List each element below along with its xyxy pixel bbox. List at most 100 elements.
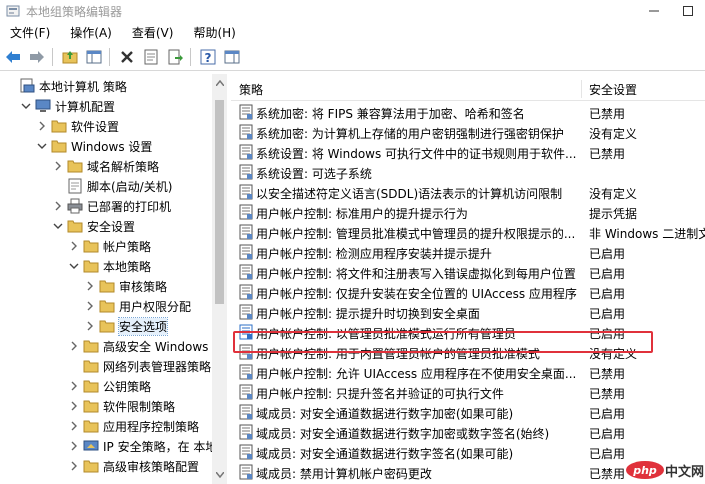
policy-row[interactable]: 以安全描述符定义语言(SDDL)语法表示的计算机访问限制 没有定义 <box>231 182 705 202</box>
tree-expander[interactable] <box>68 380 80 392</box>
tree-expander <box>52 180 64 192</box>
minimize-button[interactable] <box>637 0 671 22</box>
tree-expander[interactable] <box>68 340 80 352</box>
policy-row[interactable]: 系统设置: 将 Windows 可执行文件中的证书规则用于软件... 已禁用 <box>231 142 705 162</box>
policy-row[interactable]: 用户帐户控制: 检测应用程序安装并提示提升 已启用 <box>231 242 705 262</box>
tree-item[interactable]: 脚本(启动/关机) <box>52 176 172 196</box>
tree-expander[interactable] <box>52 220 64 232</box>
column-header-policy[interactable]: 策略 <box>239 81 263 98</box>
tree-item-icon <box>83 398 99 414</box>
tree-item-label: 应用程序控制策略 <box>103 419 200 434</box>
tree-item-label: 脚本(启动/关机) <box>87 179 173 194</box>
tree-item[interactable]: 计算机配置 <box>20 96 115 116</box>
tree-scrollbar[interactable] <box>212 74 227 484</box>
policy-setting-icon <box>239 404 253 420</box>
back-button[interactable] <box>2 46 24 68</box>
folder-icon <box>99 300 115 313</box>
scroll-up-arrow[interactable] <box>212 76 227 90</box>
tree-item[interactable]: 已部署的打印机 <box>52 196 171 216</box>
scroll-down-arrow[interactable] <box>212 468 227 482</box>
maximize-button[interactable] <box>671 0 705 22</box>
tree-item[interactable]: 安全选项 <box>84 316 169 336</box>
tree-item[interactable]: 高级审核策略配置 <box>68 456 199 476</box>
tree-item[interactable]: 软件限制策略 <box>68 396 175 416</box>
tree-item[interactable]: 本地计算机 策略 <box>4 76 127 96</box>
scrollbar-thumb[interactable] <box>215 100 224 304</box>
tree-item[interactable]: IP 安全策略，在 本地 <box>68 436 212 456</box>
tree-expander[interactable] <box>68 260 80 272</box>
tree-expander[interactable] <box>68 460 80 472</box>
tree-item-label: 安全设置 <box>87 219 136 234</box>
policy-row[interactable]: 用户帐户控制: 只提升签名并验证的可执行文件 已禁用 <box>231 382 705 402</box>
policy-row[interactable]: 用户帐户控制: 提示提升时切换到安全桌面 已启用 <box>231 302 705 322</box>
policy-row[interactable]: 系统设置: 可选子系统 <box>231 162 705 182</box>
tree-item[interactable]: 软件设置 <box>36 116 119 136</box>
tree-item-label: 用户权限分配 <box>119 299 192 314</box>
menu-view[interactable]: 查看(V) <box>122 24 184 41</box>
show-tree-button[interactable] <box>83 46 105 68</box>
properties-button[interactable] <box>140 46 162 68</box>
delete-button[interactable] <box>116 46 138 68</box>
tree-item[interactable]: 用户权限分配 <box>84 296 191 316</box>
policy-row[interactable]: 用户帐户控制: 允许 UIAccess 应用程序在不使用安全桌面... 已禁用 <box>231 362 705 382</box>
policy-row[interactable]: 用户帐户控制: 用于内置管理员帐户的管理员批准模式 没有定义 <box>231 342 705 362</box>
tree-item[interactable]: 审核策略 <box>84 276 167 296</box>
tree-item[interactable]: 公钥策略 <box>68 376 151 396</box>
tree-expander[interactable] <box>68 400 80 412</box>
chevron-right-icon <box>71 441 77 451</box>
tree-item[interactable]: 帐户策略 <box>68 236 151 256</box>
policy-name: 域成员: 禁用计算机帐户密码更改 <box>256 467 432 481</box>
group-policy-app-icon <box>6 5 20 17</box>
policy-row[interactable]: 用户帐户控制: 仅提升安装在安全位置的 UIAccess 应用程序 已启用 <box>231 282 705 302</box>
policy-row[interactable]: 用户帐户控制: 标准用户的提升提示行为 提示凭据 <box>231 202 705 222</box>
tree-item[interactable]: 本地策略 <box>68 256 151 276</box>
policy-row[interactable]: 用户帐户控制: 以管理员批准模式运行所有管理员 已启用 <box>231 322 705 342</box>
tree-expander[interactable] <box>68 440 80 452</box>
policy-name: 系统加密: 将 FIPS 兼容算法用于加密、哈希和签名 <box>256 107 525 121</box>
toolbar-separator <box>52 48 53 66</box>
tree-expander[interactable] <box>68 240 80 252</box>
policy-row[interactable]: 用户帐户控制: 管理员批准模式中管理员的提升权限提示的... 非 Windows … <box>231 222 705 242</box>
tree-item[interactable]: 安全设置 <box>52 216 135 236</box>
menu-help[interactable]: 帮助(H) <box>183 24 245 41</box>
policy-setting-value: 已启用 <box>589 247 626 261</box>
tree-item-icon <box>19 78 35 94</box>
help-button[interactable]: ? <box>197 46 219 68</box>
tree-item-icon <box>51 118 67 134</box>
menu-action[interactable]: 操作(A) <box>60 24 122 41</box>
policy-row[interactable]: 系统加密: 将 FIPS 兼容算法用于加密、哈希和签名 已禁用 <box>231 102 705 122</box>
up-level-button[interactable] <box>59 46 81 68</box>
tree-expander[interactable] <box>68 420 80 432</box>
tree-expander[interactable] <box>84 280 96 292</box>
tree-item[interactable]: 网络列表管理器策略 <box>68 356 211 376</box>
policy-row[interactable]: 域成员: 对安全通道数据进行数字加密(如果可能) 已启用 <box>231 402 705 422</box>
tree-expander[interactable] <box>36 120 48 132</box>
tree-item[interactable]: 高级安全 Windows <box>68 336 208 356</box>
policy-row[interactable]: 域成员: 对安全通道数据进行数字加密或数字签名(始终) 已启用 <box>231 422 705 442</box>
tree-item[interactable]: 应用程序控制策略 <box>68 416 199 436</box>
tree-expander[interactable] <box>84 300 96 312</box>
tree-expander[interactable] <box>36 140 48 152</box>
tree-item[interactable]: 域名解析策略 <box>52 156 159 176</box>
tree-item[interactable]: Windows 设置 <box>36 136 152 156</box>
policy-setting-value: 已启用 <box>589 307 626 321</box>
show-hide-pane-button[interactable] <box>221 46 243 68</box>
column-divider[interactable] <box>581 80 582 98</box>
tree-item-label: 已部署的打印机 <box>87 199 172 214</box>
tree-expander[interactable] <box>52 160 64 172</box>
export-list-button[interactable] <box>164 46 186 68</box>
folder-icon <box>51 120 67 133</box>
policy-icon <box>238 164 254 180</box>
tree-pane[interactable]: 本地计算机 策略 计算机配置 软件设置 Windows 设置 域名解析策略脚本(启动/关… <box>0 74 212 484</box>
tree-expander[interactable] <box>20 100 32 112</box>
policy-row[interactable]: 系统加密: 为计算机上存储的用户密钥强制进行强密钥保护 没有定义 <box>231 122 705 142</box>
column-header-security-setting[interactable]: 安全设置 <box>589 81 637 98</box>
policy-icon <box>238 144 254 160</box>
tree-expander[interactable] <box>84 320 96 332</box>
forward-button[interactable] <box>26 46 48 68</box>
policy-icon <box>238 184 254 200</box>
menu-file[interactable]: 文件(F) <box>0 24 60 41</box>
policy-row[interactable]: 用户帐户控制: 将文件和注册表写入错误虚拟化到每用户位置 已启用 <box>231 262 705 282</box>
folder-icon <box>83 360 99 373</box>
tree-expander[interactable] <box>52 200 64 212</box>
